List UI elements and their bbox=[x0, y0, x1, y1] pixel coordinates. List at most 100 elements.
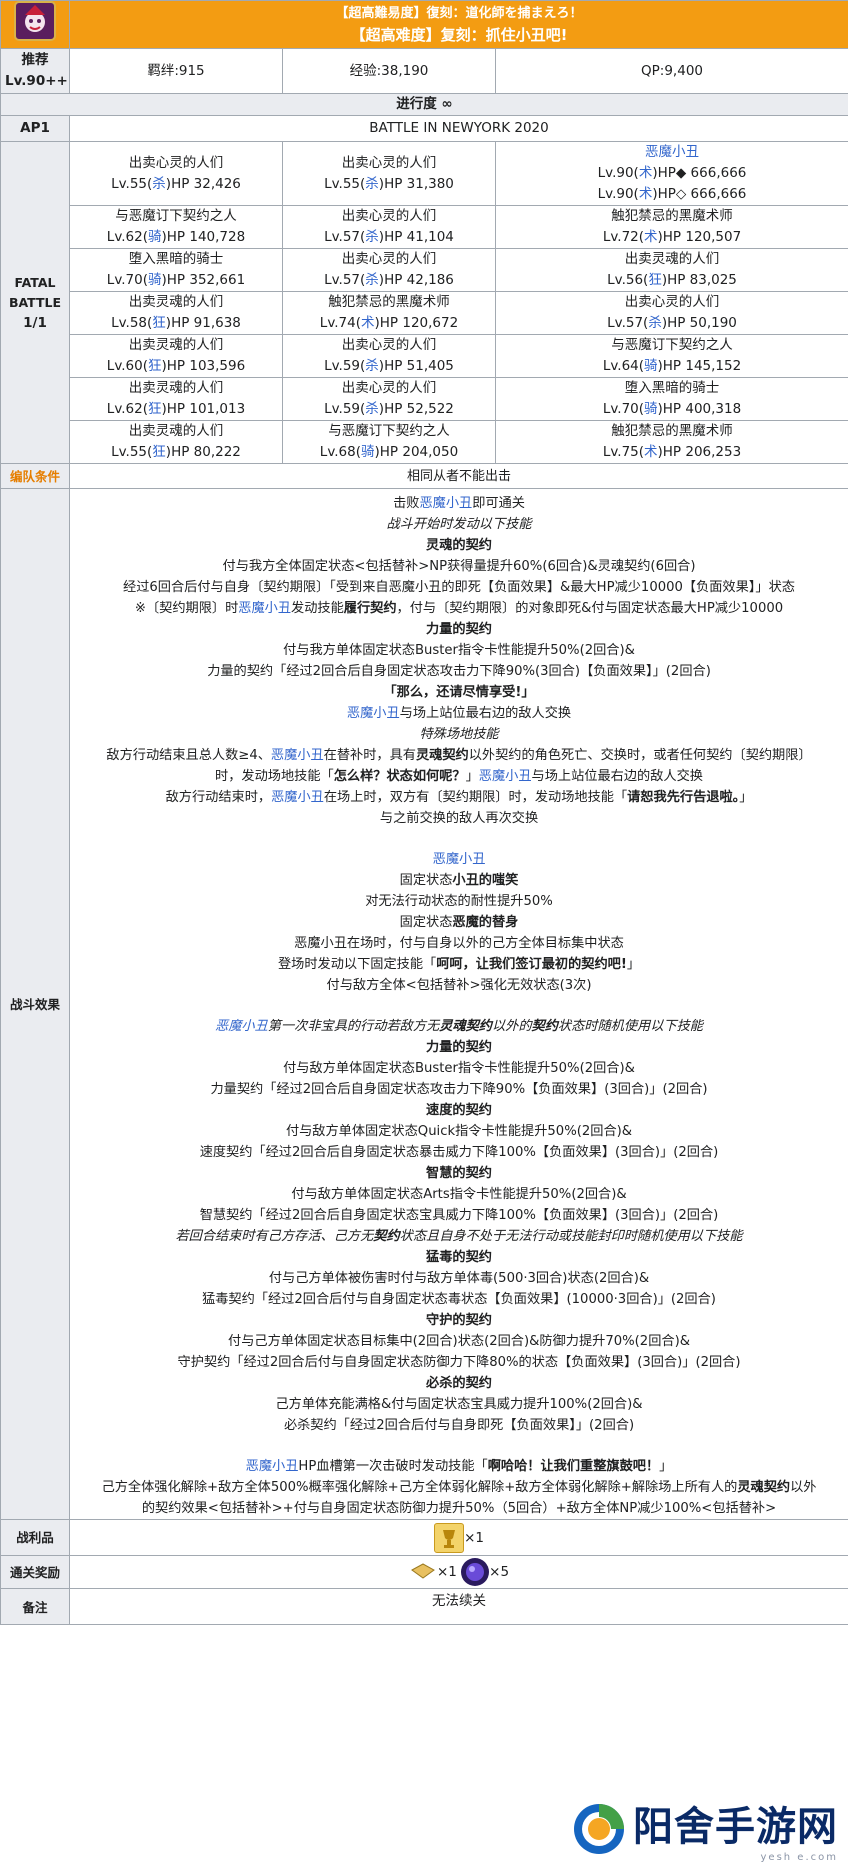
effect-line: 守护的契约 bbox=[74, 1310, 844, 1331]
watermark-text: 阳舍手游网 bbox=[633, 1804, 838, 1850]
effect-text: 智慧的契约 bbox=[426, 1166, 492, 1181]
effect-spacer bbox=[74, 829, 844, 849]
enemy-level: Lv.58( bbox=[111, 315, 153, 331]
effect-text: 与场上站位最右边的敌人交换 bbox=[399, 706, 572, 721]
enemy-stats: Lv.72(术)HP 120,507 bbox=[500, 227, 844, 248]
enemy-class[interactable]: 杀 bbox=[648, 315, 662, 331]
rec-label: 推荐 bbox=[21, 52, 49, 68]
effect-text: 灵魂契约 bbox=[439, 1019, 492, 1034]
effect-link[interactable]: 恶魔小丑 bbox=[419, 496, 472, 511]
enemy-class[interactable]: 杀 bbox=[365, 272, 379, 288]
effect-text: 己方全体强化解除+敌方全体500%概率强化解除+己方全体弱化解除+敌方全体弱化解… bbox=[101, 1480, 738, 1495]
enemy-name: 与恶魔订下契约之人 bbox=[115, 208, 237, 224]
enemy-class[interactable]: 骑 bbox=[361, 444, 375, 460]
enemy-class[interactable]: 骑 bbox=[148, 229, 162, 245]
enemy-stats: Lv.90(术)HP◆ 666,666 bbox=[500, 163, 844, 184]
effect-line: 时，发动场地技能「怎么样？状态如何呢？」恶魔小丑与场上站位最右边的敌人交换 bbox=[74, 766, 844, 787]
effect-link[interactable]: 恶魔小丑 bbox=[271, 790, 324, 805]
enemy-class[interactable]: 术 bbox=[644, 229, 658, 245]
enemy-class[interactable]: 狂 bbox=[152, 315, 166, 331]
effect-link[interactable]: 恶魔小丑 bbox=[271, 748, 324, 763]
gold-grail-item-icon[interactable] bbox=[434, 1522, 465, 1553]
effect-line: 必杀契约「经过2回合后付与自身即死【负面效果】」(2回合) bbox=[74, 1415, 844, 1436]
enemy-hp: )HP 400,318 bbox=[657, 401, 742, 417]
effect-line: 特殊场地技能 bbox=[74, 724, 844, 745]
enemy-cell: 出卖心灵的人们 Lv.55(杀)HP 31,380 bbox=[282, 141, 496, 206]
effect-link[interactable]: 恶魔小丑 bbox=[347, 706, 400, 721]
enemy-name: 出卖灵魂的人们 bbox=[128, 380, 224, 396]
effect-text: 战斗开始时发动以下技能 bbox=[386, 517, 532, 532]
recommended-level: 推荐 Lv.90++ bbox=[0, 48, 70, 94]
enemy-class[interactable]: 术 bbox=[644, 444, 658, 460]
enemy-class[interactable]: 骑 bbox=[644, 401, 658, 417]
enemy-cell: 出卖心灵的人们 Lv.57(杀)HP 50,190 bbox=[494, 291, 848, 335]
enemy-hp: )HP 145,152 bbox=[657, 358, 742, 374]
enemy-class[interactable]: 杀 bbox=[365, 358, 379, 374]
loot-value: ×1 bbox=[68, 1519, 848, 1556]
enemy-level: Lv.55( bbox=[111, 175, 153, 192]
enemy-cell: 出卖灵魂的人们 Lv.56(狂)HP 83,025 bbox=[494, 248, 848, 292]
enemy-name: 触犯禁忌的黑魔术师 bbox=[611, 423, 733, 439]
effect-line: 恶魔小丑 bbox=[74, 849, 844, 870]
enemy-class[interactable]: 狂 bbox=[148, 401, 162, 417]
effect-link[interactable]: 恶魔小丑 bbox=[479, 769, 532, 784]
effect-text: 猛毒的契约 bbox=[426, 1250, 492, 1265]
enemy-stats: Lv.75(术)HP 206,253 bbox=[500, 442, 844, 463]
effect-text: 智慧契约「经过2回合后自身固定状态宝具威力下降100%【负面效果】(3回合)」(… bbox=[199, 1208, 719, 1223]
enemy-level: Lv.70( bbox=[106, 272, 148, 288]
effect-spacer bbox=[74, 996, 844, 1016]
enemy-stats: Lv.55(杀)HP 31,380 bbox=[287, 174, 491, 195]
enemy-level: Lv.57( bbox=[324, 229, 366, 245]
effect-link[interactable]: 恶魔小丑 bbox=[215, 1019, 268, 1034]
enemy-level: Lv.62( bbox=[106, 229, 148, 245]
enemy-stats: Lv.60(狂)HP 103,596 bbox=[74, 356, 278, 377]
enemy-class[interactable]: 术 bbox=[639, 165, 653, 181]
enemy-class[interactable]: 狂 bbox=[648, 272, 662, 288]
effect-text: 付与我方全体固定状态<包括替补>NP获得量提升60%(6回合)&灵魂契约(6回合… bbox=[222, 559, 696, 574]
enemy-class[interactable]: 狂 bbox=[148, 358, 162, 374]
enemy-stats: Lv.58(狂)HP 91,638 bbox=[74, 313, 278, 334]
enemy-hp: )HP 140,728 bbox=[161, 229, 246, 245]
enemy-name: 触犯禁忌的黑魔术师 bbox=[611, 208, 733, 224]
enemy-class[interactable]: 骑 bbox=[644, 358, 658, 374]
effect-text: 时，发动场地技能「 bbox=[215, 769, 334, 784]
effect-text: 付与己方单体被伤害时付与敌方单体毒(500·3回合)状态(2回合)& bbox=[268, 1271, 650, 1286]
effect-link[interactable]: 恶魔小丑 bbox=[246, 1459, 299, 1474]
enemy-name: 与恶魔订下契约之人 bbox=[611, 337, 733, 353]
enemy-level: Lv.59( bbox=[324, 358, 366, 374]
effect-text: 」 bbox=[465, 769, 479, 784]
effect-text: 灵魂契约 bbox=[415, 748, 469, 763]
effect-text: 速度的契约 bbox=[426, 1103, 492, 1118]
enemy-level: Lv.56( bbox=[607, 272, 649, 288]
enemy-hp: )HP◆ 666,666 bbox=[652, 165, 747, 181]
enemy-class[interactable]: 杀 bbox=[365, 401, 379, 417]
effect-text: 状态时随机使用以下技能 bbox=[557, 1019, 703, 1034]
enemy-name: 出卖灵魂的人们 bbox=[128, 423, 224, 439]
effect-text: 灵魂的契约 bbox=[426, 538, 492, 553]
formation-label: 编队条件 bbox=[0, 463, 70, 489]
enemy-name[interactable]: 恶魔小丑 bbox=[500, 142, 844, 163]
enemy-class[interactable]: 术 bbox=[639, 186, 653, 202]
effect-text: 以外契约的角色死亡、交换时，或者任何契约〔契约期限〕 bbox=[468, 748, 812, 763]
effect-link[interactable]: 恶魔小丑 bbox=[238, 601, 291, 616]
purple-gem-icon[interactable] bbox=[461, 1558, 490, 1586]
enemy-class[interactable]: 杀 bbox=[365, 229, 379, 245]
enemy-class[interactable]: 狂 bbox=[152, 444, 166, 460]
effect-text: 发动技能 bbox=[291, 601, 344, 616]
enemy-class[interactable]: 杀 bbox=[152, 176, 166, 192]
enemy-hp: )HP 52,522 bbox=[378, 401, 454, 417]
quest-title-jp: 【超高難易度】復刻：道化師を捕まえろ！ bbox=[335, 5, 583, 21]
effect-line: ※〔契约期限〕时恶魔小丑发动技能履行契约，付与〔契约期限〕的对象即死&付与固定状… bbox=[74, 598, 844, 619]
effect-text: 力量的契约「经过2回合后自身固定状态攻击力下降90%(3回合)【负面效果】」(2… bbox=[207, 664, 711, 679]
enemy-cell: 触犯禁忌的黑魔术师 Lv.74(术)HP 120,672 bbox=[282, 291, 496, 335]
golden-ticket-icon[interactable] bbox=[409, 1558, 437, 1586]
qp-value: QP:9,400 bbox=[494, 48, 848, 94]
enemy-class[interactable]: 骑 bbox=[148, 272, 162, 288]
battle-effects: 击败恶魔小丑即可通关 战斗开始时发动以下技能 灵魂的契约 付与我方全体固定状态<包括替… bbox=[68, 488, 848, 1520]
effect-link[interactable]: 恶魔小丑 bbox=[433, 852, 486, 867]
enemy-hp: )HP 42,186 bbox=[378, 272, 454, 288]
enemy-class[interactable]: 杀 bbox=[365, 176, 379, 192]
enemy-class[interactable]: 术 bbox=[361, 315, 375, 331]
enemy-level: Lv.70( bbox=[602, 401, 645, 417]
effect-text: 与场上站位最右边的敌人交换 bbox=[531, 769, 703, 784]
